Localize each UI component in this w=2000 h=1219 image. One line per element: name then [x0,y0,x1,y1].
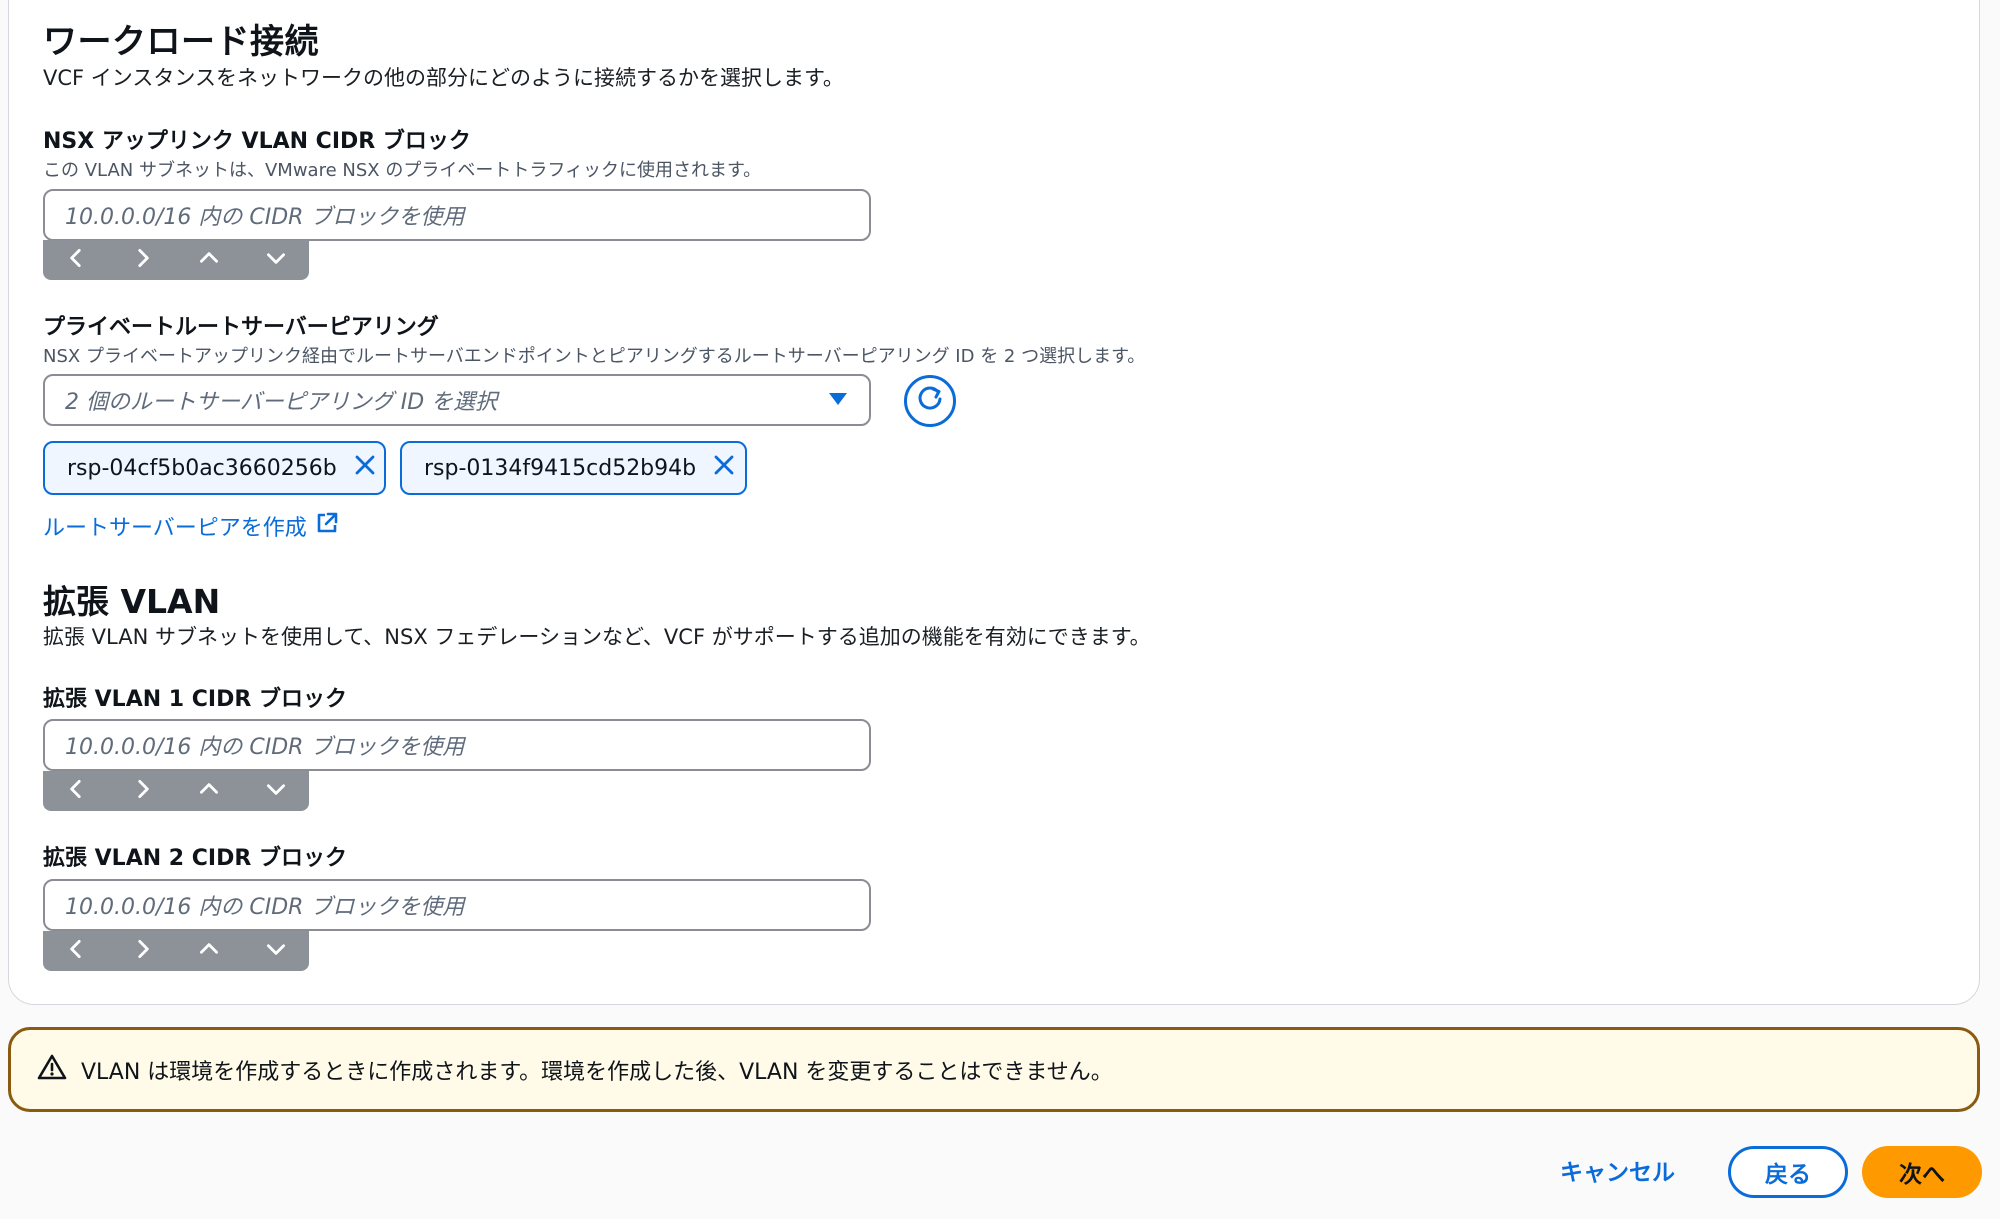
chevron-right-icon[interactable] [130,245,156,275]
extended-vlan2-stepper [43,931,309,971]
back-button[interactable]: 戻る [1728,1146,1848,1198]
cancel-button[interactable]: キャンセル [1560,1153,1675,1187]
chevron-right-icon[interactable] [130,776,156,806]
extended-vlan2-input[interactable]: 10.0.0.0/16 内の CIDR ブロックを使用 [43,879,871,931]
extended-vlan1-label: 拡張 VLAN 1 CIDR ブロック [43,687,347,712]
warning-text: VLAN は環境を作成するときに作成されます。環境を作成した後、VLAN を変更… [81,1059,1113,1085]
refresh-icon [914,383,946,419]
section-title-extended-vlan: 拡張 VLAN [43,582,221,621]
route-peering-placeholder: 2 個のルートサーバーピアリング ID を選択 [65,390,498,415]
create-link-label: ルートサーバーピアを作成 [43,516,307,541]
chevron-left-icon[interactable] [63,245,89,275]
chevron-right-icon[interactable] [130,936,156,966]
create-route-server-peer-link[interactable]: ルートサーバーピアを作成 [43,510,339,542]
nsx-uplink-sublabel: この VLAN サブネットは、VMware NSX のプライベートトラフィックに… [43,160,762,181]
warning-icon [37,1053,67,1087]
refresh-button[interactable] [904,375,956,427]
chevron-left-icon[interactable] [63,776,89,806]
caret-down-icon [827,388,849,413]
external-link-icon [315,511,339,541]
chevron-up-icon[interactable] [196,245,222,275]
nsx-uplink-input[interactable]: 10.0.0.0/16 内の CIDR ブロックを使用 [43,189,871,241]
close-icon[interactable] [712,453,736,483]
chevron-up-icon[interactable] [196,936,222,966]
chevron-up-icon[interactable] [196,776,222,806]
route-peering-select[interactable]: 2 個のルートサーバーピアリング ID を選択 [43,374,871,426]
route-peering-sublabel: NSX プライベートアップリンク経由でルートサーバエンドポイントとピアリングする… [43,346,1146,367]
nsx-uplink-label: NSX アップリンク VLAN CIDR ブロック [43,129,471,154]
extended-vlan2-label: 拡張 VLAN 2 CIDR ブロック [43,846,347,871]
extended-vlan1-input[interactable]: 10.0.0.0/16 内の CIDR ブロックを使用 [43,719,871,771]
chevron-left-icon[interactable] [63,936,89,966]
next-button[interactable]: 次へ [1862,1146,1982,1198]
route-peering-label: プライベートルートサーバーピアリング [43,315,439,340]
chevron-down-icon[interactable] [263,245,289,275]
token-peering-1: rsp-04cf5b0ac3660256b [43,441,386,495]
chevron-down-icon[interactable] [263,936,289,966]
section-title-workload: ワークロード接続 [43,22,319,62]
chevron-down-icon[interactable] [263,776,289,806]
warning-alert: VLAN は環境を作成するときに作成されます。環境を作成した後、VLAN を変更… [8,1027,1980,1112]
token-label: rsp-04cf5b0ac3660256b [67,455,337,481]
extended-vlan1-stepper [43,771,309,811]
nsx-uplink-stepper [43,240,309,280]
close-icon[interactable] [353,453,377,483]
section-description-extended-vlan: 拡張 VLAN サブネットを使用して、NSX フェデレーションなど、VCF がサ… [43,625,1151,649]
token-peering-2: rsp-0134f9415cd52b94b [400,441,747,495]
token-label: rsp-0134f9415cd52b94b [424,455,697,481]
section-description-workload: VCF インスタンスをネットワークの他の部分にどのように接続するかを選択します。 [43,66,844,90]
